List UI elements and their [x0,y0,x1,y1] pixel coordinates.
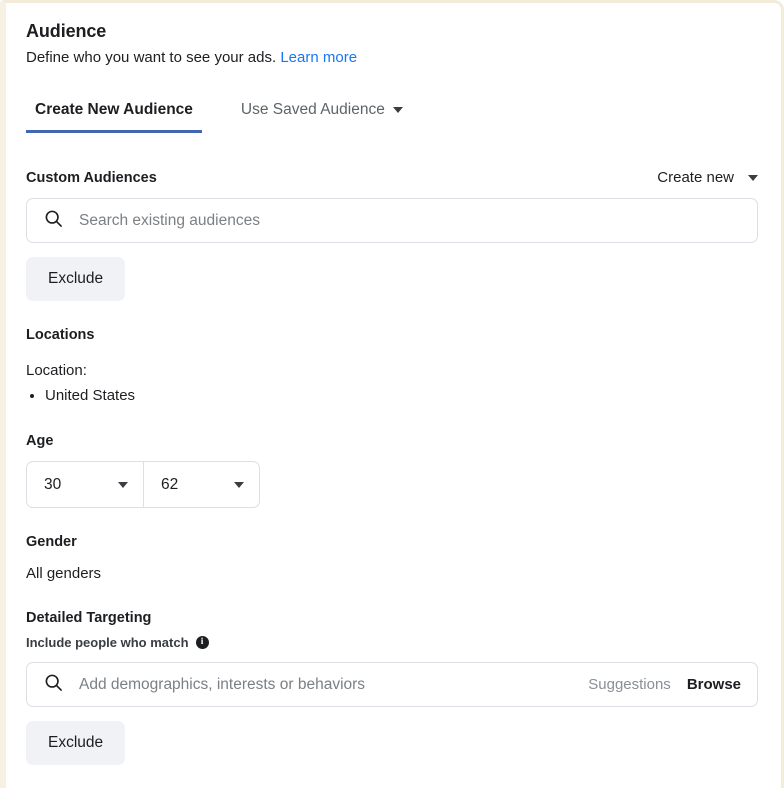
create-new-audience-button[interactable]: Create new [657,169,758,186]
age-range-control: 30 62 [26,461,260,508]
location-label: Location: [26,362,87,379]
custom-audiences-search-input[interactable]: Search existing audiences [26,198,758,243]
tabs-divider [35,142,772,143]
gender-title: Gender [26,534,77,550]
detailed-targeting-exclude-button[interactable]: Exclude [26,721,126,765]
age-title: Age [26,433,54,449]
info-icon[interactable]: i [195,636,209,649]
detailed-targeting-search-placeholder: Add demographics, interests or behaviors [79,675,366,693]
learn-more-link[interactable]: Learn more [280,49,357,66]
custom-audiences-search-placeholder: Search existing audiences [79,211,260,229]
detailed-targeting-title: Detailed Targeting [26,610,152,626]
chevron-down-icon [118,481,128,488]
page-subtitle-text: Define who you want to see your ads. [26,49,277,66]
include-people-who-match-label: Include people who match i [26,635,781,650]
custom-audiences-section: Custom Audiences Create new Search exist… [26,169,781,301]
audience-panel: Audience Define who you want to see your… [0,0,784,788]
gender-value: All genders [26,565,102,582]
age-min-select[interactable]: 30 [27,462,143,507]
locations-list: United States [26,385,781,407]
search-icon [44,673,63,697]
gender-section: Gender All genders [26,534,781,584]
page-title: Audience [26,21,107,41]
locations-title: Locations [26,327,95,343]
tab-create-new-audience[interactable]: Create New Audience [26,101,202,133]
age-section: Age 30 62 [26,433,781,508]
age-max-value: 62 [161,475,179,493]
create-new-audience-label: Create new [657,169,734,186]
tab-use-saved-audience-label: Use Saved Audience [240,101,385,118]
browse-button[interactable]: Browse [687,676,741,693]
detailed-targeting-actions: Suggestions Browse [588,676,741,693]
custom-audiences-exclude-button[interactable]: Exclude [26,257,126,301]
include-people-who-match-text: Include people who match [26,635,189,650]
custom-audiences-header: Custom Audiences Create new [26,169,781,186]
tab-use-saved-audience[interactable]: Use Saved Audience [232,101,412,133]
audience-tabs: Create New Audience Use Saved Audience [26,101,781,143]
detailed-targeting-search-input[interactable]: Add demographics, interests or behaviors… [26,662,758,707]
custom-audiences-title: Custom Audiences [26,169,157,186]
suggestions-button[interactable]: Suggestions [588,676,671,693]
locations-section: Locations Location: United States [26,327,781,407]
chevron-down-icon [234,481,244,488]
chevron-down-icon [392,107,403,113]
age-max-select[interactable]: 62 [143,462,259,507]
list-item: United States [45,385,781,407]
page-subtitle: Define who you want to see your ads. Lea… [26,48,781,68]
tab-create-new-audience-label: Create New Audience [35,101,193,118]
detailed-targeting-section: Detailed Targeting Include people who ma… [26,610,781,765]
age-min-value: 30 [44,475,62,493]
search-icon [44,209,63,233]
chevron-down-icon [748,174,758,181]
